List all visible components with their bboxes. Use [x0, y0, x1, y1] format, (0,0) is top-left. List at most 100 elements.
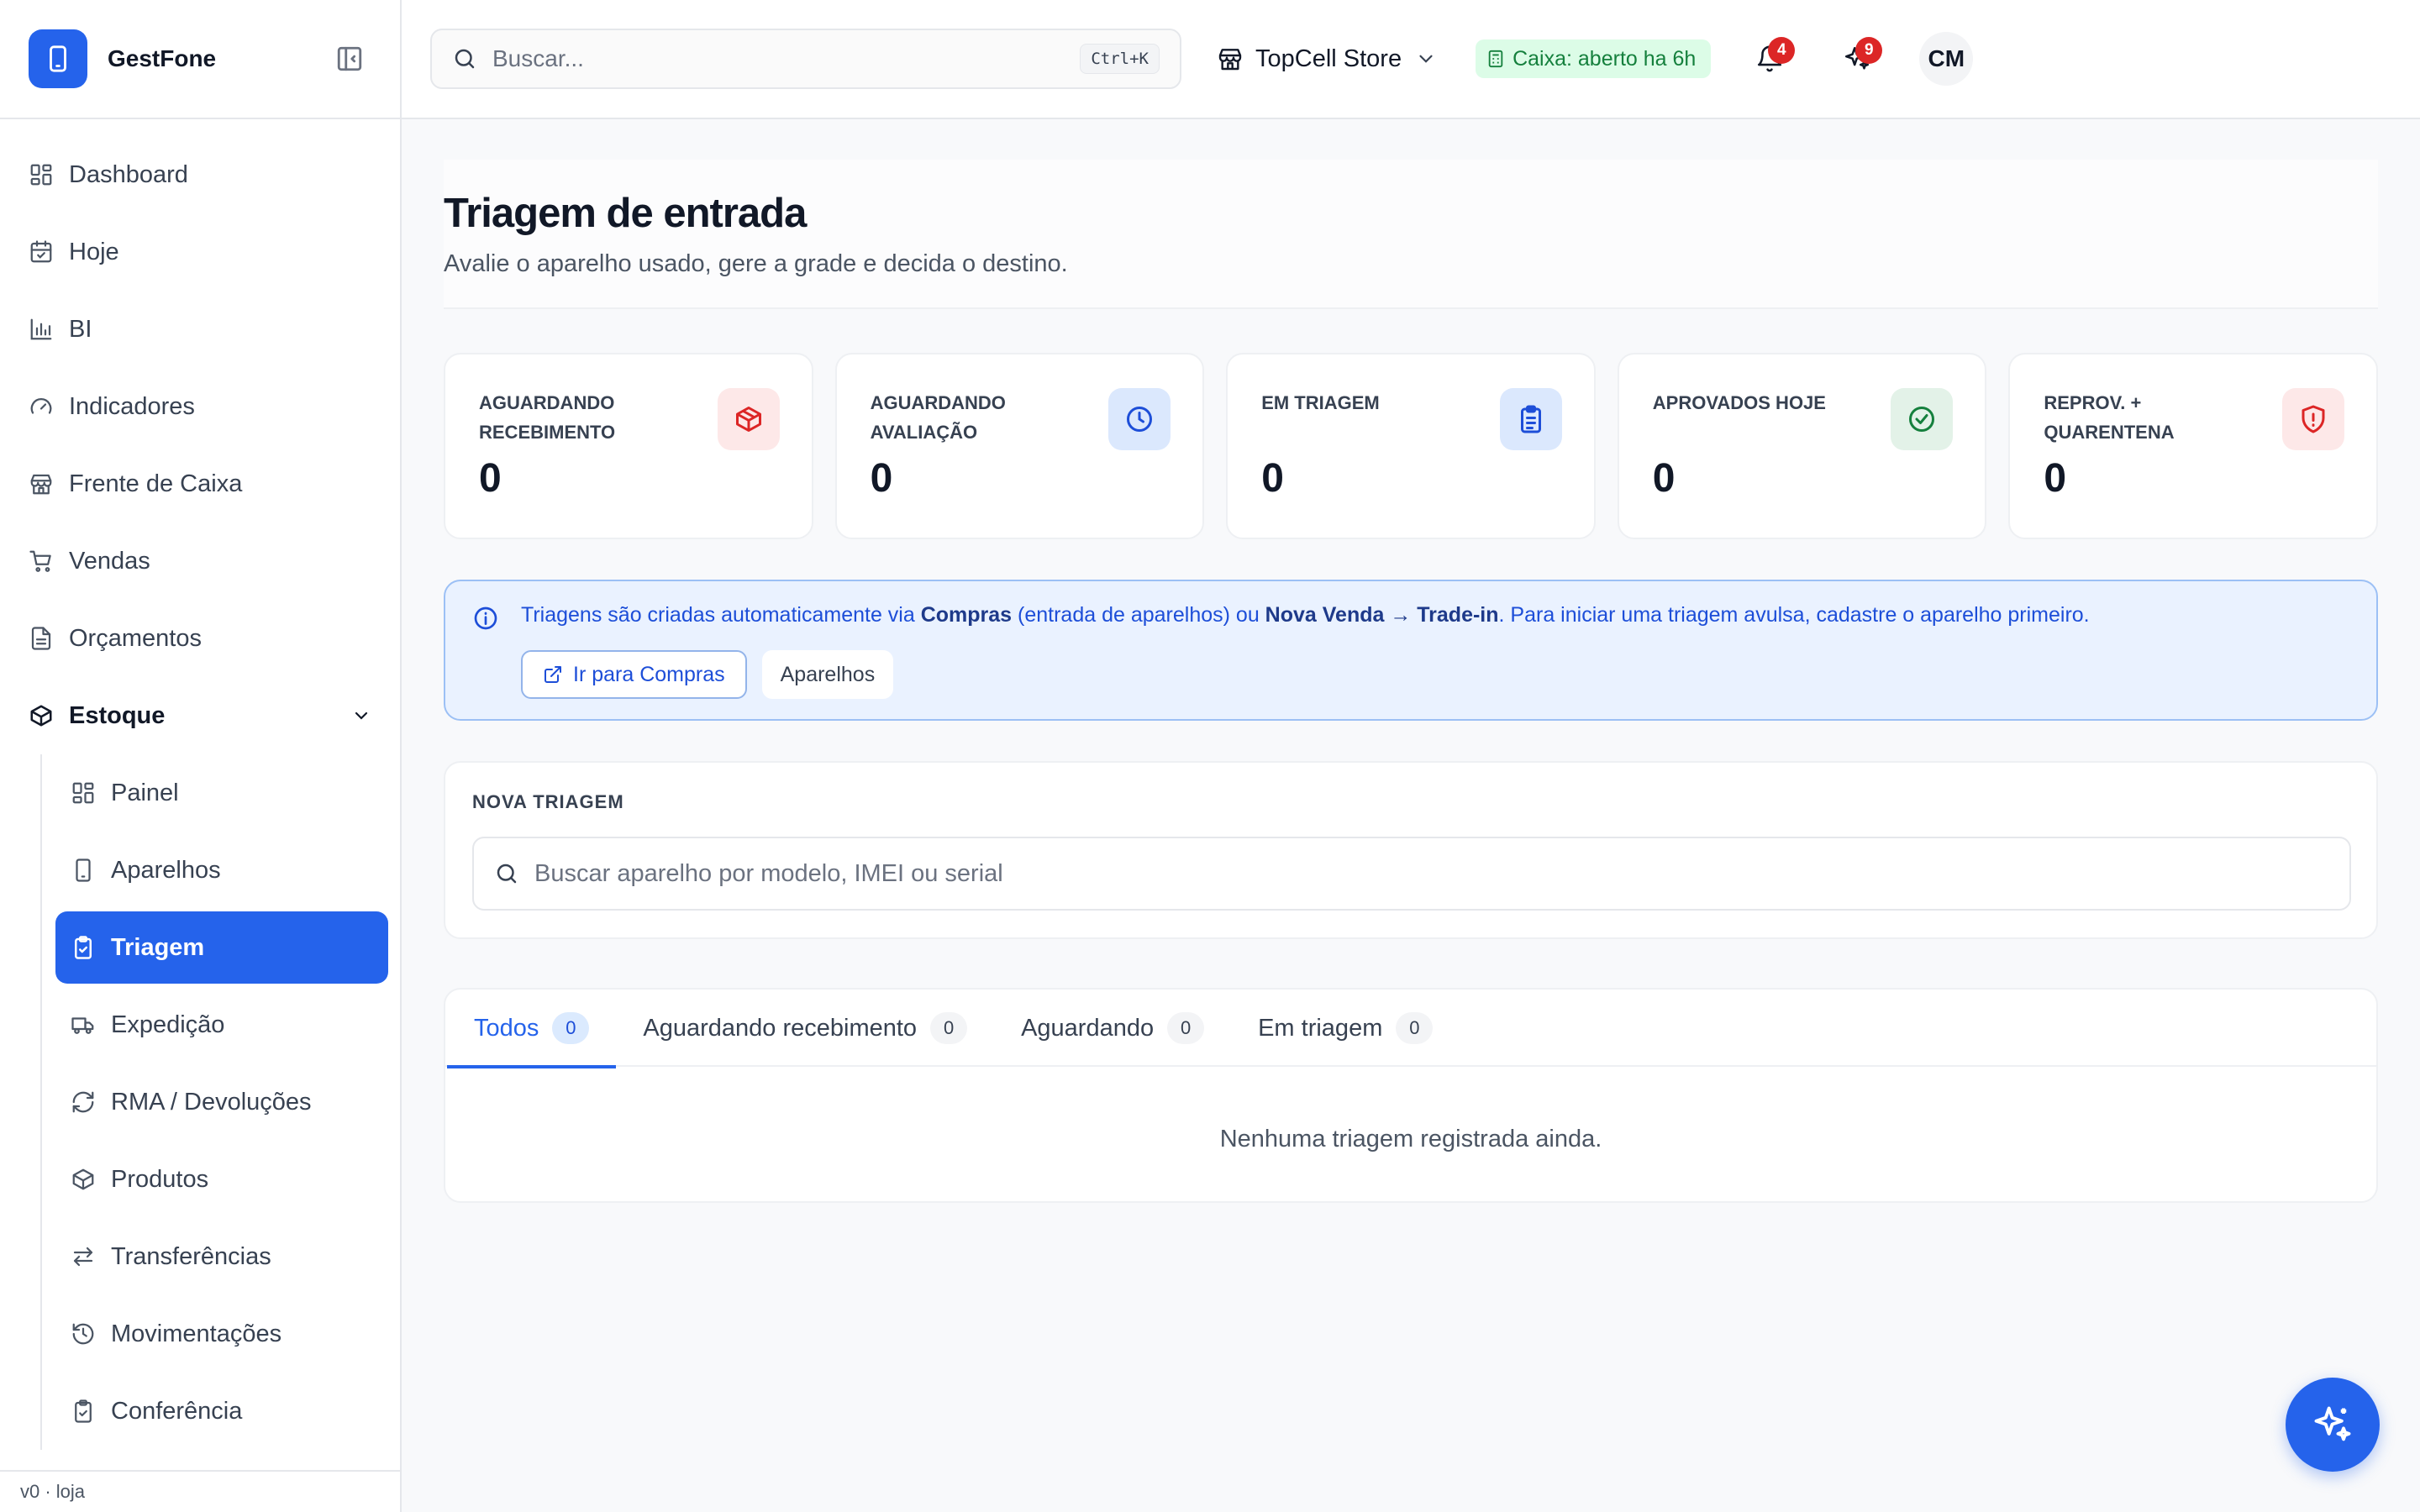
stat-label: Em triagem	[1261, 392, 1380, 413]
package-icon	[30, 705, 52, 727]
tab-todos[interactable]: Todos 0	[447, 990, 617, 1068]
stat-value: 0	[1261, 456, 1284, 501]
sidebar-item-label: Transferências	[111, 1242, 271, 1270]
clipboard-check-icon	[75, 936, 92, 959]
sidebar-item-label: Hoje	[69, 238, 119, 265]
sidebar-item-conferencia[interactable]: Conferência	[55, 1373, 400, 1450]
check-circle-icon	[1909, 407, 1935, 432]
search-icon	[455, 49, 475, 69]
stat-label: Aguardando recebimento	[479, 392, 616, 443]
sidebar-item-triagem[interactable]: Triagem	[55, 911, 388, 984]
notifications-count-badge: 4	[1768, 37, 1796, 64]
clock-icon	[1127, 407, 1153, 432]
clipboard-check-icon	[75, 1399, 92, 1423]
main-content: Triagem de entrada Avalie o aparelho usa…	[444, 160, 2378, 1203]
page-title: Triagem de entrada	[444, 191, 807, 236]
tab-count: 0	[930, 1012, 968, 1044]
info-banner: Triagens são criadas automaticamente via…	[444, 580, 2378, 721]
sidebar-item-bi[interactable]: BI	[0, 291, 400, 368]
ai-count-badge: 9	[1855, 37, 1883, 64]
global-search-input[interactable]: Buscar... Ctrl+K	[430, 29, 1181, 89]
nova-triagem-card: NOVA TRIAGEM Buscar aparelho por modelo,…	[444, 761, 2378, 939]
external-link-icon	[544, 666, 561, 683]
stat-card-aprovados-hoje: Aprovados hoje 0	[1617, 353, 1987, 539]
search-icon	[497, 864, 517, 884]
go-to-compras-button[interactable]: Ir para Compras	[521, 650, 747, 699]
store-name: TopCell Store	[1255, 45, 1402, 72]
notifications-button[interactable]: 4	[1744, 34, 1796, 84]
sidebar-item-produtos[interactable]: Produtos	[55, 1141, 400, 1218]
stat-value: 0	[870, 456, 893, 501]
truck-icon	[71, 1017, 94, 1034]
stat-card-em-triagem: Em triagem 0	[1226, 353, 1596, 539]
info-actions: Ir para Compras Aparelhos	[521, 650, 894, 699]
arrows-swap-icon	[73, 1247, 93, 1267]
cart-icon	[29, 550, 51, 572]
sidebar-item-label: Dashboard	[69, 160, 188, 188]
nova-triagem-title: NOVA TRIAGEM	[472, 791, 624, 812]
sidebar-item-label: Indicadores	[69, 392, 195, 420]
sidebar-item-label: Conferência	[111, 1397, 243, 1425]
sidebar-item-hoje[interactable]: Hoje	[0, 213, 400, 291]
triagem-list-card: Todos 0 Aguardando recebimento 0 Aguarda…	[444, 988, 2378, 1203]
button-label: Ir para Compras	[573, 662, 725, 686]
sidebar-collapse-button[interactable]	[328, 37, 371, 81]
dashboard-icon	[72, 782, 94, 804]
sidebar-item-vendas[interactable]: Vendas	[0, 522, 400, 600]
dashboard-icon	[30, 164, 52, 186]
tab-label: Todos	[474, 1014, 539, 1042]
stat-icon-box	[1108, 388, 1171, 450]
ai-assistant-fab[interactable]	[2286, 1378, 2380, 1472]
sidebar-item-painel[interactable]: Painel	[55, 754, 400, 832]
info-link-compras: Compras	[920, 603, 1013, 627]
sidebar-item-label: Triagem	[111, 933, 205, 961]
ai-assistant-button[interactable]: 9	[1832, 34, 1883, 84]
tab-count: 0	[1167, 1012, 1205, 1044]
sidebar-item-label: BI	[69, 315, 92, 343]
aparelhos-button[interactable]: Aparelhos	[761, 650, 894, 699]
sidebar-item-label: Aparelhos	[111, 856, 221, 884]
caixa-status-badge[interactable]: Caixa: aberto ha 6h	[1476, 39, 1712, 78]
bar-chart-icon	[30, 318, 52, 340]
tab-aguardando[interactable]: Aguardando 0	[994, 990, 1231, 1067]
tab-label: Em triagem	[1258, 1014, 1383, 1042]
page-subtitle: Avalie o aparelho usado, gere a grade e …	[444, 250, 1068, 277]
tab-em-triagem[interactable]: Em triagem 0	[1231, 990, 1460, 1067]
tab-aguardando-recebimento[interactable]: Aguardando recebimento 0	[616, 990, 994, 1067]
search-shortcut: Ctrl+K	[1080, 44, 1160, 74]
stat-icon-box	[1499, 388, 1562, 450]
stat-icon-box	[1891, 388, 1954, 450]
info-text-part: . Para iniciar uma triagem avulsa, cadas…	[1498, 603, 2090, 627]
sidebar: GestFone Dashboard Hoje BI Indicadores F…	[0, 0, 402, 1512]
sidebar-item-transferencias[interactable]: Transferências	[55, 1218, 400, 1295]
sidebar-item-frente-de-caixa[interactable]: Frente de Caixa	[0, 445, 400, 522]
store-selector[interactable]: TopCell Store	[1217, 45, 1437, 73]
info-text-part: (entrada de aparelhos) ou	[1012, 603, 1265, 627]
stat-card-aguardando-avaliacao: Aguardando avaliação 0	[834, 353, 1205, 539]
device-search-input[interactable]: Buscar aparelho por modelo, IMEI ou seri…	[472, 837, 2351, 911]
version-footer: v0 · loja	[0, 1470, 400, 1512]
stat-label: Aprovados hoje	[1652, 392, 1826, 413]
package-icon	[72, 1168, 94, 1190]
estoque-subnav: Painel Aparelhos Triagem Expedição RMA /…	[40, 754, 400, 1450]
device-search-placeholder: Buscar aparelho por modelo, IMEI ou seri…	[534, 859, 1003, 887]
sidebar-item-orcamentos[interactable]: Orçamentos	[0, 600, 400, 677]
sidebar-group-estoque[interactable]: Estoque	[0, 677, 400, 754]
stat-icon-box	[2281, 388, 2344, 450]
sidebar-item-dashboard[interactable]: Dashboard	[0, 136, 400, 213]
sidebar-item-movimentacoes[interactable]: Movimentações	[55, 1295, 400, 1373]
app-logo[interactable]	[29, 29, 87, 88]
tab-count: 0	[1396, 1012, 1434, 1044]
clipboard-list-icon	[1520, 405, 1541, 433]
brand-bar: GestFone	[0, 0, 400, 119]
empty-state-message: Nenhuma triagem registrada ainda.	[1219, 1126, 1602, 1152]
sidebar-item-rma-devolucoes[interactable]: RMA / Devoluções	[55, 1063, 400, 1141]
sidebar-item-aparelhos[interactable]: Aparelhos	[55, 832, 400, 909]
user-avatar[interactable]: CM	[1919, 32, 1974, 86]
stat-icon-box	[717, 388, 780, 450]
sidebar-item-expedicao[interactable]: Expedição	[55, 986, 400, 1063]
sidebar-item-indicadores[interactable]: Indicadores	[0, 368, 400, 445]
info-link-trade-in: Nova Venda → Trade-in	[1265, 603, 1499, 627]
chevron-down-icon	[1419, 55, 1433, 63]
info-text: Triagens são criadas automaticamente via…	[521, 603, 2090, 627]
